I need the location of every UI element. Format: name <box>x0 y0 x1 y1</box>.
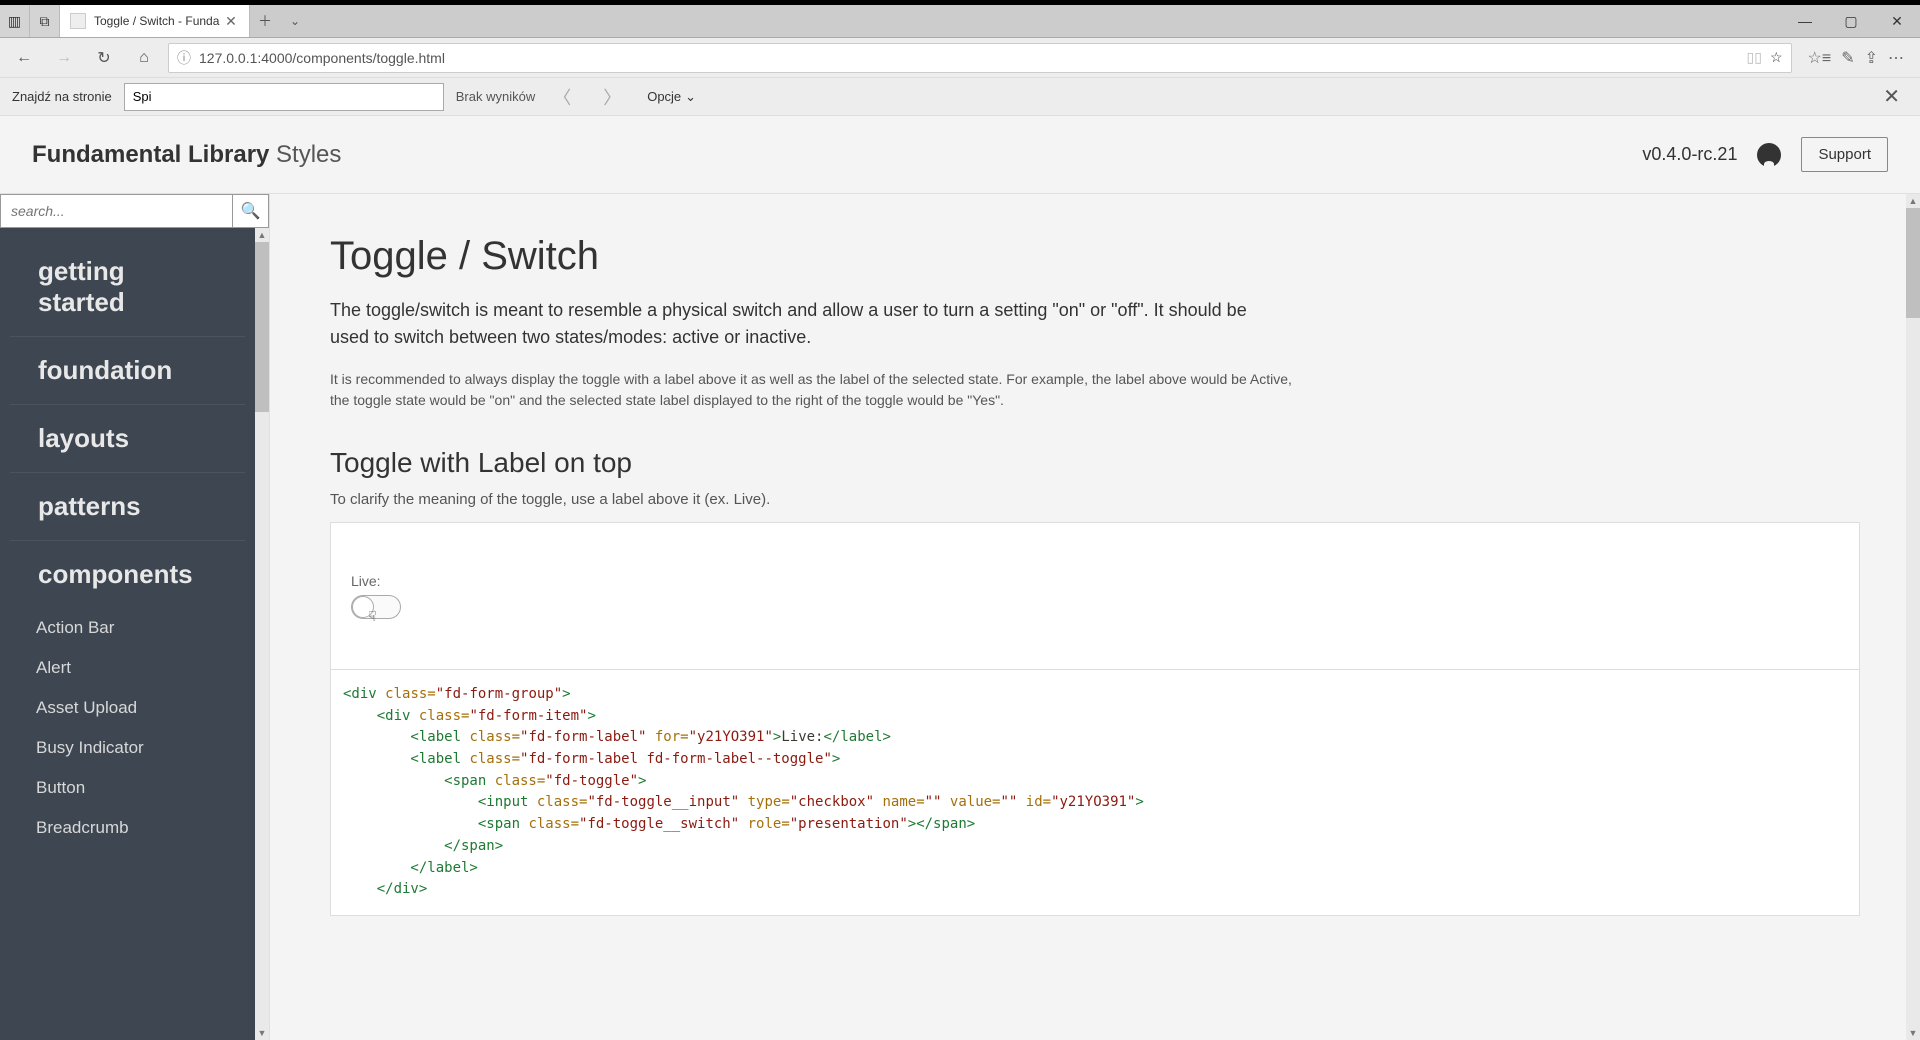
find-close-button[interactable]: ✕ <box>1875 84 1908 109</box>
share-icon[interactable]: ⇪ <box>1865 48 1878 68</box>
window-close-button[interactable]: ✕ <box>1874 5 1920 37</box>
sidebar-search-button[interactable]: 🔍 <box>232 195 268 227</box>
sidebar-item-patterns[interactable]: patterns <box>10 473 245 541</box>
site-info-icon[interactable]: ⓘ <box>177 48 191 68</box>
main-content: Toggle / Switch The toggle/switch is mea… <box>270 194 1920 1040</box>
find-label: Znajdź na stronie <box>12 89 112 104</box>
nav-refresh-button[interactable]: ↻ <box>88 42 120 74</box>
sidebar-sub-breadcrumb[interactable]: Breadcrumb <box>0 808 255 848</box>
toggle-switch[interactable]: ☟ <box>351 595 401 619</box>
tab-close-icon[interactable]: ✕ <box>223 13 239 29</box>
sidebar-item-layouts[interactable]: layouts <box>10 405 245 473</box>
version-label: v0.4.0-rc.21 <box>1642 144 1737 165</box>
intro-text: The toggle/switch is meant to resemble a… <box>330 297 1290 351</box>
sidebar-sub-busy-indicator[interactable]: Busy Indicator <box>0 728 255 768</box>
example-label: Live: <box>351 573 1839 589</box>
find-bar: Znajdź na stronie Brak wyników 〈 〉 Opcje… <box>0 78 1920 116</box>
section-desc: To clarify the meaning of the toggle, us… <box>330 491 1860 508</box>
more-icon[interactable]: ⋯ <box>1888 48 1904 68</box>
search-icon: 🔍 <box>241 201 261 221</box>
find-result: Brak wyników <box>456 89 535 104</box>
scroll-down-icon[interactable]: ▼ <box>255 1026 269 1040</box>
sidebar-scrollbar[interactable]: ▲ ▼ <box>255 228 269 1040</box>
support-button[interactable]: Support <box>1801 137 1888 172</box>
favorite-icon[interactable]: ☆ <box>1770 49 1783 66</box>
find-input[interactable] <box>124 83 444 111</box>
window-maximize-button[interactable]: ▢ <box>1828 5 1874 37</box>
favorites-hub-icon[interactable]: ☆≡ <box>1808 48 1832 68</box>
scroll-up-icon[interactable]: ▲ <box>255 228 269 242</box>
example-preview: Live: ☟ <box>330 522 1860 670</box>
content-scrollbar[interactable]: ▲ ▼ <box>1906 194 1920 1040</box>
section-title: Toggle with Label on top <box>330 447 1860 479</box>
nav-home-button[interactable]: ⌂ <box>128 42 160 74</box>
address-bar: ← → ↻ ⌂ ⓘ 127.0.0.1:4000/components/togg… <box>0 38 1920 78</box>
brand-title[interactable]: Fundamental Library Styles <box>32 141 341 169</box>
find-options-button[interactable]: Opcje ⌄ <box>647 89 696 105</box>
github-icon[interactable] <box>1757 143 1781 167</box>
sidebar-search-input[interactable] <box>1 195 232 227</box>
page-header: Fundamental Library Styles v0.4.0-rc.21 … <box>0 116 1920 194</box>
page-favicon-icon <box>70 13 86 29</box>
reading-view-icon[interactable]: ▯▯ <box>1747 49 1762 66</box>
sidebar-sub-button[interactable]: Button <box>0 768 255 808</box>
chevron-down-icon: ⌄ <box>685 89 696 105</box>
sidebar-item-components[interactable]: components <box>10 541 245 608</box>
nav-back-button[interactable]: ← <box>8 42 40 74</box>
tabs-dropdown-icon[interactable]: ⌄ <box>280 5 310 37</box>
scroll-up-icon[interactable]: ▲ <box>1906 194 1920 208</box>
new-tab-button[interactable]: ＋ <box>250 5 280 37</box>
nav-forward-button[interactable]: → <box>48 42 80 74</box>
notes-icon[interactable]: ✎ <box>1841 48 1854 68</box>
tab-aside-icon[interactable]: ⧉ <box>30 5 60 37</box>
find-next-button[interactable]: 〉 <box>597 84 627 110</box>
sidebar-sub-action-bar[interactable]: Action Bar <box>0 608 255 648</box>
sidebar-sub-alert[interactable]: Alert <box>0 648 255 688</box>
window-minimize-button[interactable]: — <box>1782 5 1828 37</box>
tab-actions-icon[interactable]: ▥ <box>0 5 30 37</box>
detail-text: It is recommended to always display the … <box>330 369 1310 411</box>
toggle-knob <box>352 596 374 618</box>
page-title: Toggle / Switch <box>330 234 1860 279</box>
address-field[interactable]: ⓘ 127.0.0.1:4000/components/toggle.html … <box>168 43 1792 73</box>
sidebar-sub-asset-upload[interactable]: Asset Upload <box>0 688 255 728</box>
sidebar-item-getting-started[interactable]: getting started <box>10 238 245 337</box>
code-example: <div class="fd-form-group"> <div class="… <box>330 670 1860 916</box>
url-text: 127.0.0.1:4000/components/toggle.html <box>199 50 1739 66</box>
tab-bar: ▥ ⧉ Toggle / Switch - Funda ✕ ＋ ⌄ — ▢ ✕ <box>0 5 1920 38</box>
sidebar: 🔍 getting started foundation layouts pat… <box>0 194 270 1040</box>
scrollbar-thumb[interactable] <box>1906 208 1920 318</box>
tab-title: Toggle / Switch - Funda <box>94 14 223 28</box>
scrollbar-thumb[interactable] <box>255 242 269 412</box>
sidebar-item-foundation[interactable]: foundation <box>10 337 245 405</box>
browser-tab[interactable]: Toggle / Switch - Funda ✕ <box>60 5 250 37</box>
scroll-down-icon[interactable]: ▼ <box>1906 1026 1920 1040</box>
find-prev-button[interactable]: 〈 <box>547 84 577 110</box>
